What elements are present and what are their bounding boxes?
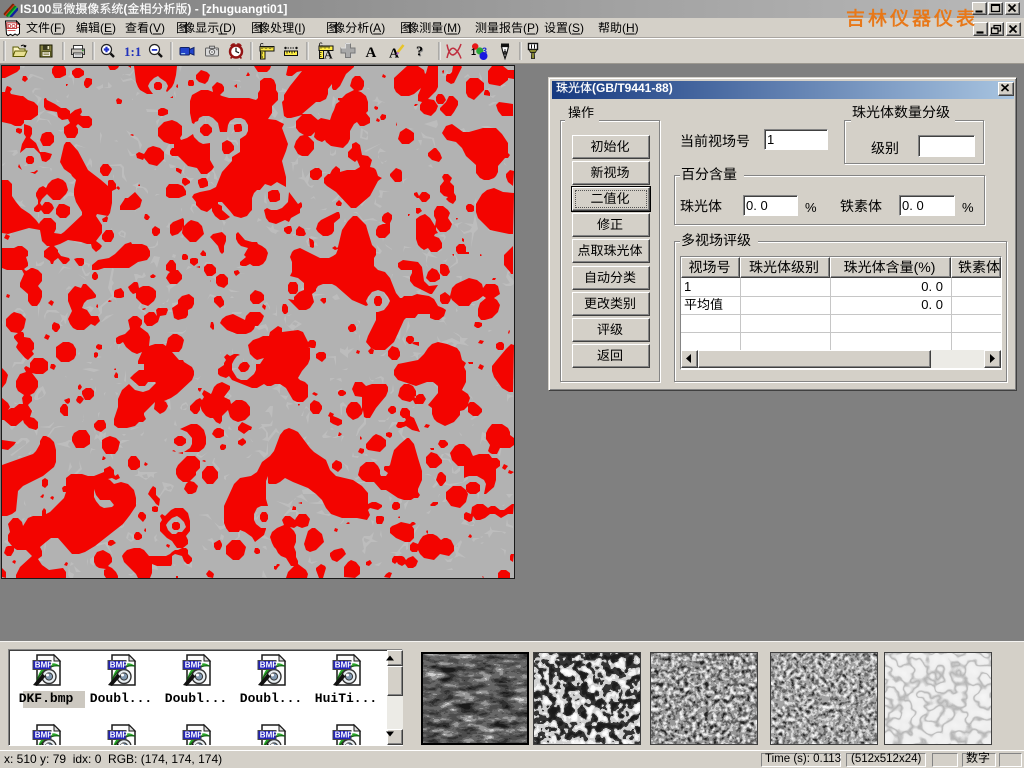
svg-text:A: A	[324, 48, 333, 62]
svg-text:1: 1	[471, 47, 476, 57]
svg-text:1:1: 1:1	[124, 44, 141, 59]
svg-text:A: A	[389, 47, 400, 62]
svg-text:?: ?	[416, 45, 423, 60]
svg-text:A: A	[366, 45, 377, 61]
svg-text:DOC: DOC	[7, 24, 19, 30]
